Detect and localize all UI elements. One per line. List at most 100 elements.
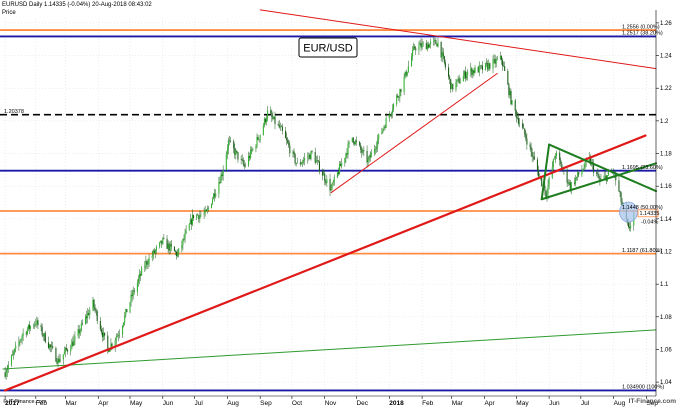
candle-body — [367, 159, 369, 163]
x-tick-label: Mar — [452, 400, 464, 407]
candle-body — [347, 144, 349, 155]
candle-body — [100, 329, 102, 333]
candle-body — [93, 299, 95, 308]
candle-body — [250, 149, 252, 158]
candle-body — [87, 313, 89, 319]
chart-container: EURUSD Daily 1.14335 (-0.04%) 20-Aug-201… — [0, 0, 679, 407]
candle-body — [455, 82, 457, 90]
candle-body — [42, 335, 44, 337]
candle-body — [272, 117, 274, 119]
candle-body — [300, 163, 303, 165]
candle-body — [385, 118, 387, 128]
candle-body — [4, 372, 6, 377]
candle-body — [176, 251, 178, 257]
candle-body — [294, 154, 296, 164]
candle-body — [19, 341, 21, 342]
candle-body — [443, 56, 445, 63]
candle-body — [492, 59, 494, 69]
x-tick-label: Jul — [195, 400, 204, 407]
candle-body — [496, 59, 498, 60]
candle-body — [244, 165, 246, 167]
candle-body — [620, 192, 622, 202]
candle-body — [221, 174, 223, 177]
candle-body — [35, 324, 37, 325]
candle-body — [40, 325, 42, 328]
candle-body — [555, 152, 558, 156]
plot-background — [0, 0, 679, 407]
x-tick-label: Sep — [260, 400, 272, 407]
candle-body — [274, 116, 276, 125]
candle-body — [368, 155, 370, 160]
candle-body — [67, 349, 69, 352]
candle-body — [493, 58, 495, 60]
candle-body — [559, 152, 561, 161]
candle-body — [310, 151, 312, 160]
candle-body — [618, 180, 620, 192]
candle-body — [340, 164, 342, 167]
candle-body — [499, 55, 501, 60]
candle-body — [404, 71, 406, 78]
x-tick-label: Nov — [325, 400, 337, 407]
candle-body — [197, 214, 199, 216]
chart-title: EUR/USD — [303, 43, 353, 55]
candle-body — [155, 246, 158, 251]
candle-body — [459, 81, 461, 84]
candle-body — [348, 141, 350, 145]
candle-body — [396, 95, 398, 105]
level-label: 1.20378 — [4, 109, 24, 115]
y-tick-label: 1.04 — [660, 380, 672, 386]
candle-body — [44, 333, 46, 343]
candle-body — [36, 320, 38, 325]
candle-body — [452, 83, 454, 90]
candle-body — [397, 95, 399, 97]
candle-body — [314, 152, 316, 163]
candle-body — [378, 133, 380, 140]
candle-body — [381, 131, 383, 134]
x-tick-label: Jul — [581, 400, 590, 407]
candle-body — [181, 245, 183, 249]
x-tick-label: Jun — [549, 400, 560, 407]
candle-body — [337, 172, 340, 174]
candle-body — [99, 321, 101, 330]
candle-body — [427, 44, 430, 48]
candle-body — [501, 59, 504, 66]
candle-body — [153, 250, 155, 254]
candle-body — [552, 159, 554, 168]
candle-body — [262, 125, 264, 136]
candle-body — [130, 294, 132, 303]
candle-body — [419, 43, 421, 46]
candle-body — [456, 79, 458, 83]
candle-body — [403, 77, 405, 92]
candle-body — [441, 52, 443, 58]
level-label: 1.2556 (0.00%) — [622, 24, 660, 30]
level-label: 1.1695 (23.60%) — [622, 165, 663, 171]
x-tick-label: Mar — [65, 400, 77, 407]
candle-body — [324, 173, 326, 181]
candle-body — [145, 261, 147, 266]
candle-body — [107, 335, 109, 349]
price-label: Price — [2, 10, 16, 16]
y-tick-label: 1.1 — [660, 282, 669, 288]
candle-body — [215, 193, 217, 197]
candle-body — [410, 56, 413, 67]
x-tick-label: Apr — [98, 400, 109, 407]
candle-body — [281, 126, 283, 131]
candle-body — [301, 162, 304, 164]
candle-body — [494, 58, 496, 64]
candle-body — [70, 348, 72, 352]
candle-body — [323, 173, 325, 176]
candle-body — [14, 348, 16, 353]
candle-body — [507, 70, 509, 85]
candle-body — [169, 244, 171, 251]
candle-body — [240, 158, 242, 160]
candle-body — [407, 66, 409, 73]
candle-body — [71, 341, 73, 349]
candle-body — [56, 361, 58, 364]
candle-body — [464, 71, 467, 79]
candle-body — [65, 348, 68, 350]
candle-body — [80, 323, 82, 331]
candle-body — [434, 40, 436, 41]
candle-body — [383, 126, 385, 129]
candle-body — [604, 175, 606, 177]
candle-body — [26, 329, 28, 335]
